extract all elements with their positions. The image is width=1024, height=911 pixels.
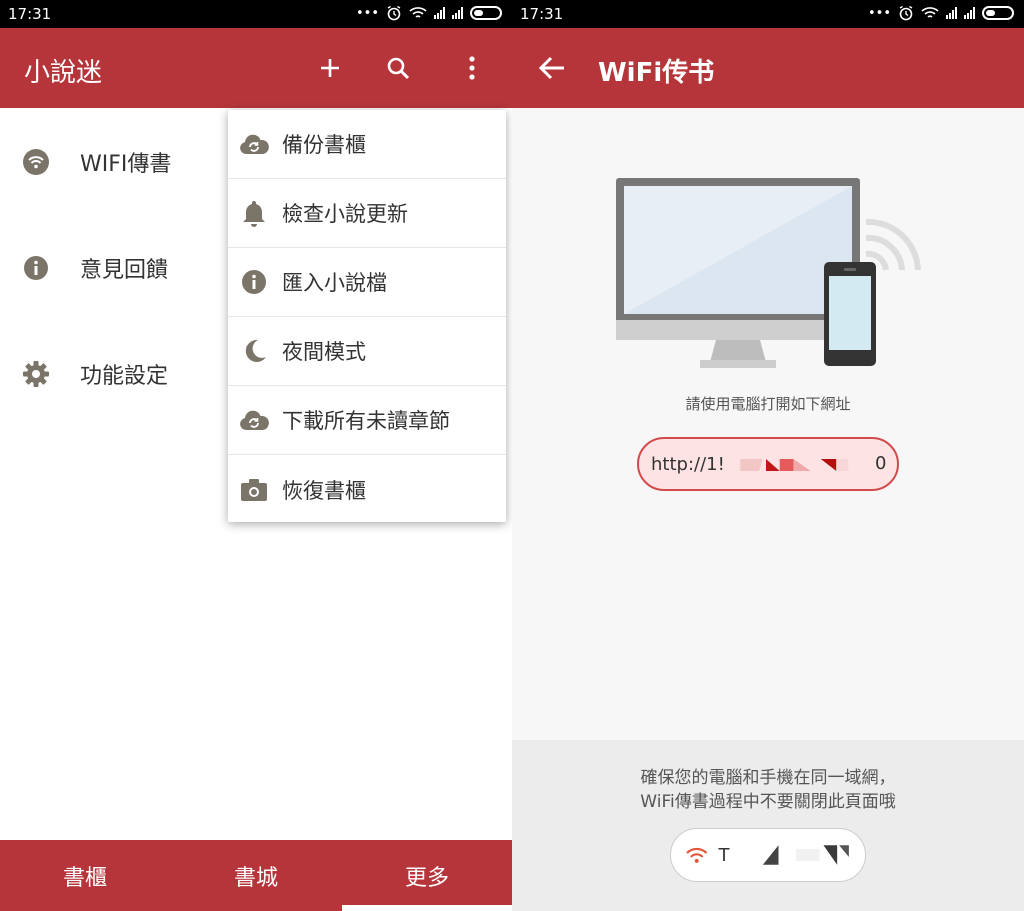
add-button[interactable] (310, 48, 350, 88)
menu-item-restore[interactable]: 恢復書櫃 (228, 455, 506, 524)
footer-note: 確保您的電腦和手機在同一域網， WiFi傳書過程中不要關閉此頁面哦 (512, 766, 1024, 814)
computer-phone-illustration (616, 178, 921, 368)
drawer-item-feedback[interactable]: 意見回饋 (0, 238, 230, 298)
menu-item-import[interactable]: 匯入小說檔 (228, 248, 506, 317)
url-text-end: 0 (875, 453, 887, 474)
redacted-url-segment (740, 459, 849, 471)
url-address-box[interactable]: http://1! 0 (637, 437, 899, 491)
gear-icon (22, 360, 50, 388)
app-bar: WiFi传书 (512, 28, 1024, 108)
notification-dots: ••• (867, 5, 891, 21)
page-title: WiFi传书 (598, 58, 715, 88)
tab-label: 更多 (404, 865, 449, 891)
app-title: 小說迷 (24, 58, 103, 88)
wifi-icon (686, 847, 708, 863)
instruction-text: 請使用電腦打開如下網址 (685, 395, 851, 413)
info-icon (22, 254, 50, 282)
signal-icon-2 (964, 7, 975, 19)
menu-item-check-updates[interactable]: 檢查小說更新 (228, 179, 506, 248)
back-button[interactable] (532, 48, 572, 88)
signal-icon-2 (452, 7, 463, 19)
menu-item-download-unread[interactable]: 下載所有未讀章節 (228, 386, 506, 455)
app-bar: 小說迷 (0, 28, 512, 108)
network-name: T (718, 844, 730, 866)
battery-icon (470, 6, 502, 20)
notification-dots: ••• (355, 5, 379, 21)
bottom-nav: 書櫃 書城 更多 (0, 840, 512, 911)
menu-item-label: 檢查小說更新 (282, 202, 408, 226)
overflow-menu-button[interactable] (452, 48, 492, 88)
left-screen: 17:31 ••• 小說迷 WIFI傳書 意見回饋 功能設定 備份書櫃 檢查小說… (0, 0, 512, 911)
alarm-icon (387, 5, 401, 21)
wifi-icon (22, 148, 50, 176)
menu-item-label: 備份書櫃 (282, 133, 366, 157)
cloud-sync-icon (238, 128, 270, 160)
status-icons: ••• (356, 5, 502, 21)
tab-more[interactable]: 更多 (342, 840, 512, 911)
bell-icon (238, 197, 270, 229)
tab-label: 書城 (233, 865, 278, 891)
tab-label: 書櫃 (62, 865, 107, 891)
wifi-status-icon (921, 7, 939, 18)
camera-icon (238, 474, 270, 506)
drawer-item-settings[interactable]: 功能設定 (0, 344, 230, 404)
menu-item-label: 恢復書櫃 (282, 478, 366, 503)
info-icon (238, 266, 270, 298)
status-time: 17:31 (8, 5, 52, 23)
search-button[interactable] (378, 48, 418, 88)
status-icons: ••• (868, 5, 1014, 21)
status-time: 17:31 (520, 5, 564, 23)
menu-item-night-mode[interactable]: 夜間模式 (228, 317, 506, 386)
signal-icon (946, 7, 957, 19)
search-icon (387, 57, 410, 80)
plus-icon (321, 59, 339, 77)
tab-bookshelf[interactable]: 書櫃 (0, 840, 170, 911)
drawer-item-label: WIFI傳書 (80, 152, 172, 177)
right-screen: 17:31 ••• WiFi传书 請使用電腦打開如下網址 http://1! 0… (512, 0, 1024, 911)
network-indicator: T (670, 828, 866, 882)
drawer-item-wifi[interactable]: WIFI傳書 (0, 132, 230, 192)
overflow-menu: 備份書櫃 檢查小說更新 匯入小說檔 夜間模式 下載所有未讀章節 恢復書櫃 (228, 110, 506, 522)
signal-icon (434, 7, 445, 19)
url-text-start: http://1! (651, 453, 725, 475)
redacted-network-name (763, 845, 850, 865)
menu-item-backup[interactable]: 備份書櫃 (228, 110, 506, 179)
wifi-status-icon (409, 7, 427, 18)
footer-note-line-1: 確保您的電腦和手機在同一域網， (640, 768, 896, 788)
moon-icon (238, 335, 270, 367)
drawer-item-label: 意見回饋 (80, 258, 169, 283)
battery-icon (982, 6, 1014, 20)
cloud-sync-icon (238, 404, 270, 436)
menu-item-label: 下載所有未讀章節 (282, 409, 450, 433)
status-bar: 17:31 ••• (512, 0, 1024, 28)
alarm-icon (899, 5, 913, 21)
status-bar: 17:31 ••• (0, 0, 512, 28)
arrow-back-icon (538, 56, 564, 80)
more-vert-icon (469, 56, 475, 80)
menu-item-label: 夜間模式 (282, 340, 366, 364)
drawer-item-label: 功能設定 (80, 364, 169, 389)
footer-panel: 確保您的電腦和手機在同一域網， WiFi傳書過程中不要關閉此頁面哦 T (512, 740, 1024, 911)
footer-note-line-2: WiFi傳書過程中不要關閉此頁面哦 (640, 792, 896, 812)
tab-bookstore[interactable]: 書城 (171, 840, 341, 911)
selected-tab-indicator (342, 905, 512, 911)
menu-item-label: 匯入小說檔 (282, 271, 387, 295)
